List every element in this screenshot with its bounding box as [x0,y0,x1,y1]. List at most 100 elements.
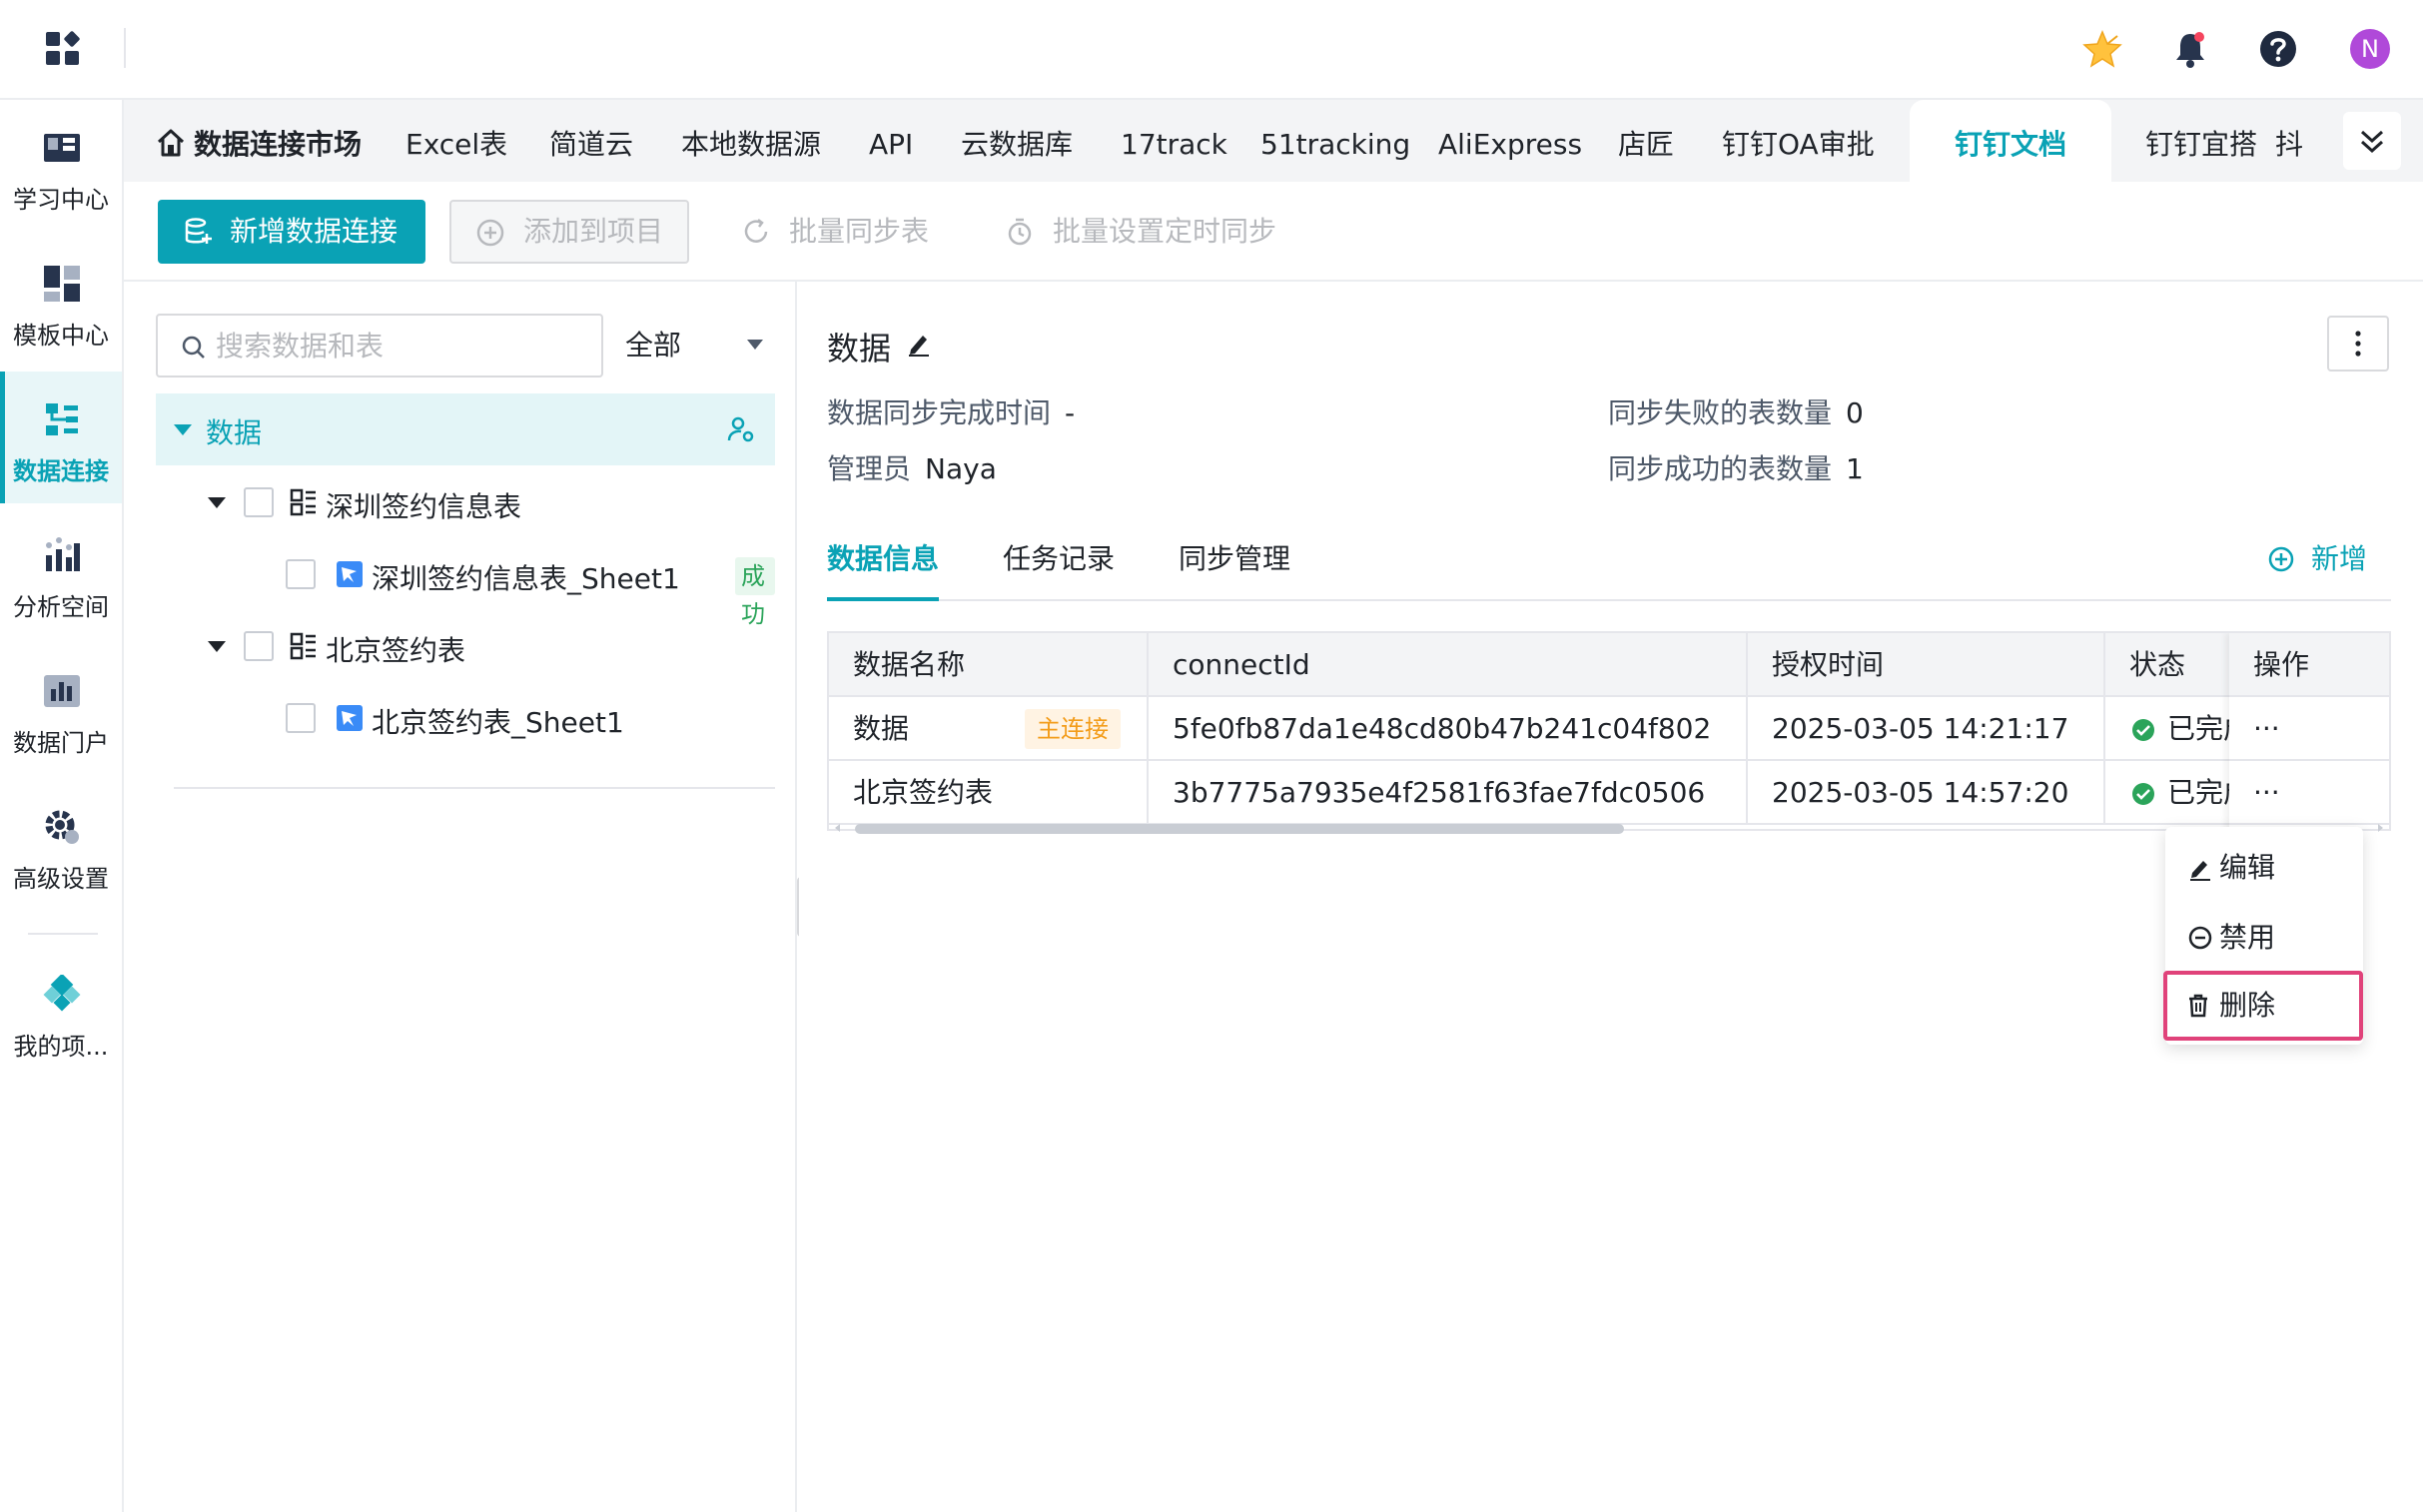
tree-checkbox[interactable] [244,631,274,661]
main-connection-tag: 主连接 [1025,709,1121,749]
sidebar-item-label: 学习中心 [13,186,109,214]
scroll-right-icon[interactable] [2375,823,2385,833]
sidebar-item-learning[interactable]: 学习中心 [0,100,122,232]
success-count-row: 同步成功的表数量 1 [1608,447,1864,487]
portal-icon [42,671,82,711]
row-actions-button[interactable]: ··· [2229,697,2389,761]
home-icon [157,129,185,157]
add-to-project-button[interactable]: 添加到项目 [449,200,689,264]
scroll-left-icon[interactable] [833,823,843,833]
subtab-task-records[interactable]: 任务记录 [1003,517,1115,601]
tab-douyin[interactable]: 抖 [2275,100,2303,182]
table-cell-name: 数据 主连接 [829,697,1149,761]
tab-aliexpress[interactable]: AliExpress [1438,100,1582,182]
add-new-button[interactable]: 新增 [2267,517,2367,601]
help-icon[interactable] [2257,28,2299,70]
tree-node-beijing[interactable]: 北京签约表 [156,617,775,677]
add-new-label: 新增 [2310,542,2367,575]
tree-leaf-shenzhen-sheet1[interactable]: 深圳签约信息表_Sheet1 成功 [156,545,775,628]
sidebar-item-portal[interactable]: 数据门户 [0,643,122,775]
tab-dingtalk-yida[interactable]: 钉钉宜搭 [2145,100,2257,182]
tree-checkbox[interactable] [244,487,274,517]
menu-item-label: 禁用 [2219,921,2276,954]
trash-icon [2189,994,2207,1018]
tab-jiandaoyun[interactable]: 简道云 [549,100,633,182]
menu-item-edit[interactable]: 编辑 [2165,833,2363,903]
more-options-button[interactable] [2327,316,2389,372]
tab-home[interactable]: 数据连接市场 [156,100,362,182]
timer-icon [1008,218,1032,246]
tab-cloud-db[interactable]: 云数据库 [961,100,1073,182]
admin-label: 管理员 [827,452,912,485]
tab-local-source[interactable]: 本地数据源 [681,100,821,182]
filter-select[interactable]: 全部 [625,314,775,378]
sidebar-item-label: 数据连接 [13,457,109,485]
disable-icon [2188,926,2212,950]
tree-leaf-beijing-sheet1[interactable]: 北京签约表_Sheet1 [156,689,775,749]
tree-checkbox[interactable] [286,703,316,733]
tab-excel[interactable]: Excel表 [405,100,507,182]
tabs-more-button[interactable] [2343,112,2401,170]
sidebar-item-settings[interactable]: 高级设置 [0,779,122,911]
more-vertical-icon [2355,331,2361,357]
refresh-icon [744,219,768,243]
table-cell-time: 2025-03-05 14:57:20 [1748,761,2105,825]
sidebar-item-analysis[interactable]: 分析空间 [0,507,122,639]
analysis-icon [42,535,82,575]
sidebar-item-label: 我的项... [13,1033,109,1061]
user-setting-icon[interactable] [727,415,755,443]
tree-root-node[interactable]: 数据 [156,393,775,465]
bell-icon[interactable] [2169,28,2211,70]
subtab-sync-management[interactable]: 同步管理 [1179,517,1290,601]
connections-table: 数据名称 connectId 授权时间 状态 数据 主连接 5fe0fb87da… [827,631,2391,831]
table-header: 数据名称 [829,633,1149,697]
fail-count-row: 同步失败的表数量 0 [1608,391,1864,431]
row-actions-button[interactable]: ··· [2229,761,2389,825]
table-icon [290,488,316,516]
source-tabs: 数据连接市场 Excel表 简道云 本地数据源 API 云数据库 17track… [124,100,2423,182]
caret-down-icon[interactable] [208,497,226,508]
tab-dingtalk-oa[interactable]: 钉钉OA审批 [1722,100,1875,182]
plus-circle-icon [2268,546,2294,572]
search-input[interactable] [216,326,585,366]
tree-node-shenzhen[interactable]: 深圳签约信息表 [156,473,775,533]
app-grid-logo-icon[interactable] [44,30,82,68]
table-horizontal-scrollbar[interactable] [827,821,2391,835]
star-icon[interactable] [2081,28,2123,70]
top-bar: N [0,0,2423,100]
tab-api[interactable]: API [869,100,913,182]
check-circle-icon [2132,783,2154,805]
edit-icon[interactable] [905,330,933,358]
tree-node-label: 北京签约表 [326,634,466,667]
batch-sync-button[interactable]: 批量同步表 [741,200,929,264]
menu-item-disable[interactable]: 禁用 [2165,903,2363,973]
subtab-data-info[interactable]: 数据信息 [827,517,940,601]
sidebar-item-data-connect[interactable]: 数据连接 [0,372,122,503]
menu-item-label: 删除 [2219,989,2276,1022]
new-connection-button[interactable]: 新增数据连接 [158,200,425,264]
avatar[interactable]: N [2349,28,2391,70]
tab-dingtalk-docs[interactable]: 钉钉文档 [1910,100,2111,182]
sidebar-divider [28,933,98,935]
tree-checkbox[interactable] [286,559,316,589]
scrollbar-thumb[interactable] [855,824,1624,834]
tab-17track[interactable]: 17track [1121,100,1227,182]
caret-down-icon[interactable] [208,641,226,652]
tree-divider [174,787,775,789]
tree-node-label: 深圳签约信息表 [326,490,522,523]
tab-51tracking[interactable]: 51tracking [1260,100,1410,182]
caret-down-icon [174,424,192,435]
new-connection-label: 新增数据连接 [230,215,399,248]
sidebar-item-label: 高级设置 [13,865,109,893]
batch-schedule-button[interactable]: 批量设置定时同步 [1005,200,1276,264]
tab-dianjiang[interactable]: 店匠 [1618,100,1674,182]
sidebar-item-my-projects[interactable]: 我的项... [0,947,122,1079]
search-box [156,314,603,378]
sidebar-item-templates[interactable]: 模板中心 [0,236,122,368]
toolbar: 新增数据连接 添加到项目 批量同步表 批量设置定时同步 [124,182,2423,282]
check-circle-icon [2132,719,2154,741]
detail-title: 数据 [827,330,892,368]
tree-root-label: 数据 [206,416,263,449]
table-cell-connectid: 3b7775a7935e4f2581f63fae7fdc0506 [1149,761,1748,825]
menu-item-delete[interactable]: 删除 [2163,971,2363,1041]
